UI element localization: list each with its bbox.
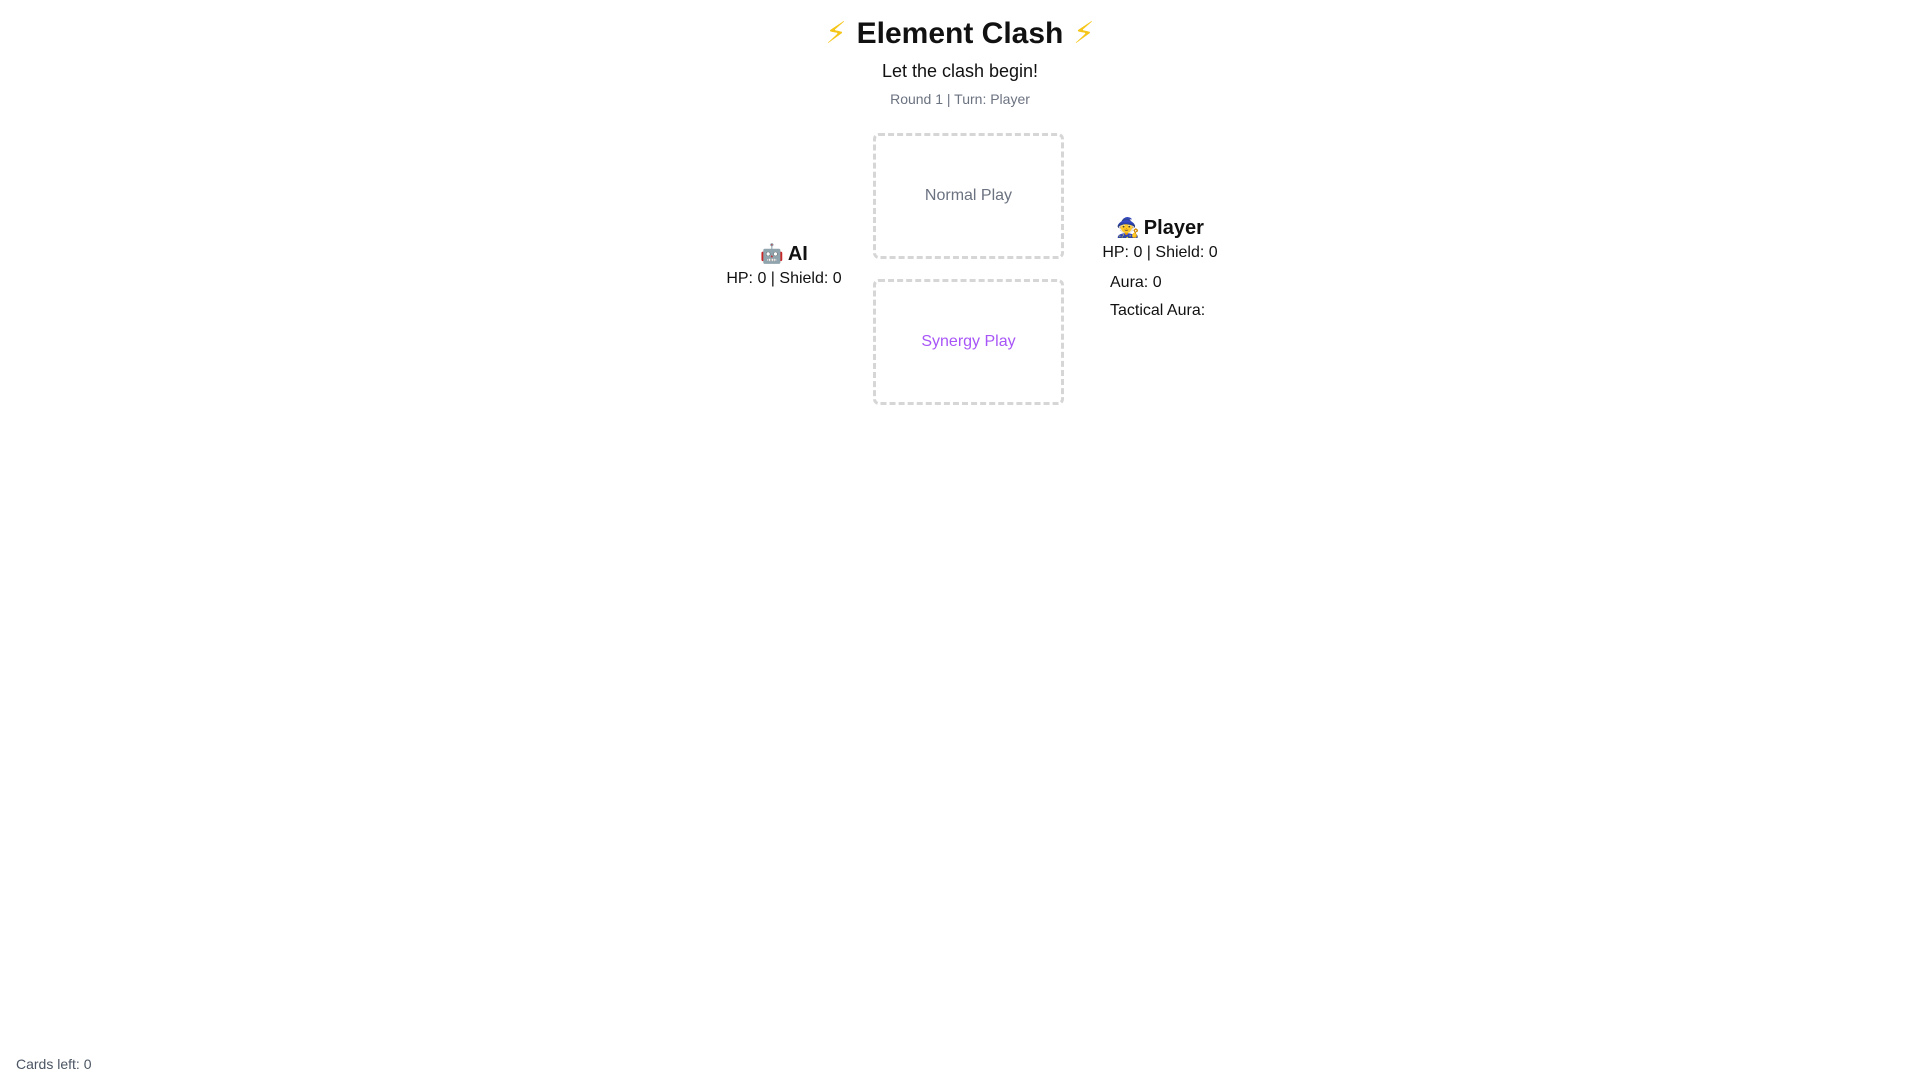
player-aura-list: Aura: 0 Tactical Aura:: [1098, 273, 1222, 321]
robot-icon: 🤖: [760, 244, 784, 265]
game-title: Element Clash: [856, 17, 1064, 50]
game-header: ⚡ Element Clash ⚡ Let the clash begin! Rou…: [0, 0, 1920, 109]
ai-stats: HP: 0 | Shield: 0: [726, 270, 842, 287]
game-title-row: ⚡ Element Clash ⚡: [0, 0, 1920, 54]
lightning-icon: ⚡: [825, 17, 847, 50]
game-page: ⚡ Element Clash ⚡ Let the clash begin! Rou…: [0, 0, 1920, 1080]
player-tactical-aura: Tactical Aura:: [1110, 302, 1206, 319]
player-stats: HP: 0 | Shield: 0: [1102, 244, 1218, 261]
ai-name-row: 🤖 AI: [724, 240, 844, 269]
normal-play-label: Normal Play: [924, 187, 1013, 204]
player-panel: 🧙 Player HP: 0 | Shield: 0 Aura: 0 Tactic…: [1098, 214, 1222, 329]
synergy-play-label: Synergy Play: [921, 333, 1016, 350]
lightning-icon: ⚡: [1073, 17, 1095, 50]
normal-play-zone[interactable]: Normal Play: [873, 133, 1064, 259]
status-message: Let the clash begin!: [881, 61, 1039, 81]
ai-panel: 🤖 AI HP: 0 | Shield: 0: [724, 240, 844, 289]
round-turn-info: Round 1 | Turn: Player: [890, 91, 1030, 107]
cards-left-counter: Cards left: 0: [16, 1056, 92, 1072]
player-aura: Aura: 0: [1110, 274, 1162, 291]
wizard-icon: 🧙: [1116, 218, 1140, 239]
synergy-play-zone[interactable]: Synergy Play: [873, 279, 1064, 405]
ai-name: AI: [787, 243, 808, 265]
player-name-row: 🧙 Player: [1098, 214, 1222, 243]
player-name: Player: [1143, 217, 1204, 239]
